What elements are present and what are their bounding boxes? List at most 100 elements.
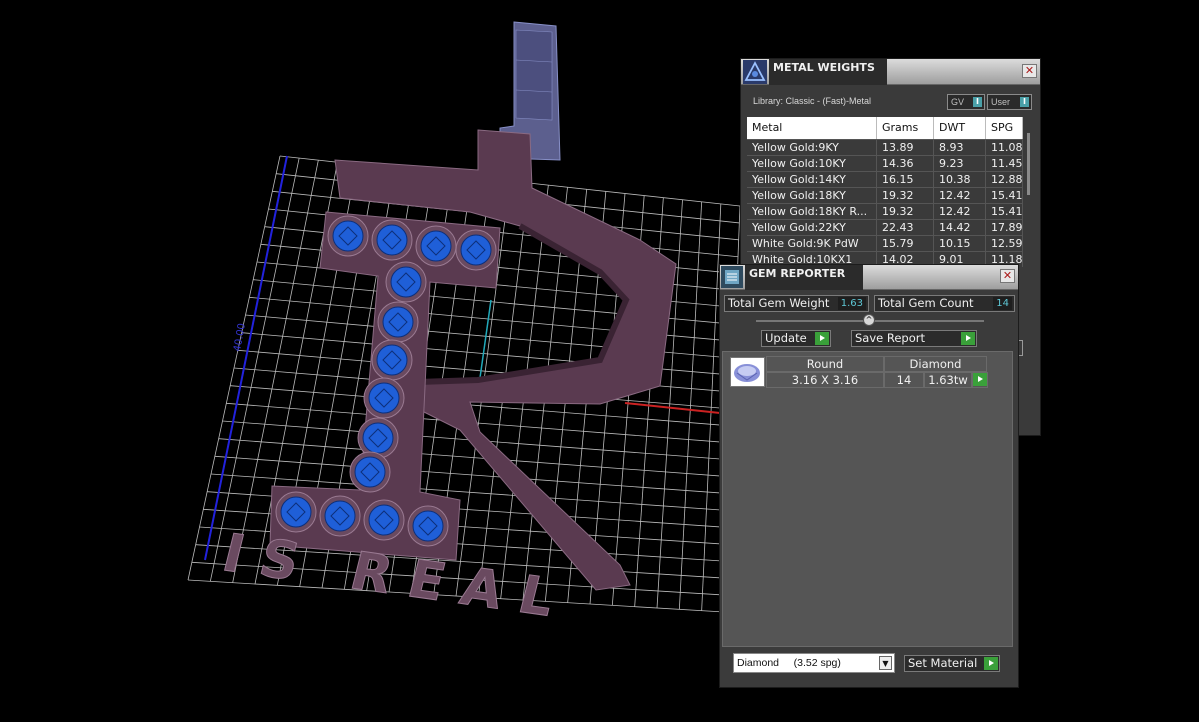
dwt-cell: 14.42 bbox=[934, 220, 986, 235]
spg-cell: 11.08 bbox=[986, 140, 1023, 155]
chevron-down-icon[interactable]: ▼ bbox=[879, 656, 892, 670]
gem-setting[interactable] bbox=[319, 495, 361, 537]
play-icon bbox=[961, 332, 975, 345]
close-icon[interactable]: ✕ bbox=[1022, 64, 1037, 78]
user-toggle-label: User bbox=[991, 97, 1011, 107]
play-icon bbox=[984, 657, 998, 670]
gem-list: Round Diamond 3.16 X 3.16 14 1.63tw bbox=[722, 351, 1013, 647]
save-report-button-label: Save Report bbox=[855, 331, 926, 345]
grams-cell: 22.43 bbox=[877, 220, 934, 235]
table-row[interactable]: Yellow Gold:10KY 14.36 9.23 11.45 bbox=[747, 155, 1023, 171]
metal-name-cell: White Gold:9K PdW bbox=[747, 236, 877, 251]
library-label: Library: Classic - (Fast)-Metal bbox=[753, 96, 872, 106]
total-gem-weight-field: Total Gem Weight 1.63 bbox=[724, 295, 869, 312]
toggle-knob-icon: I bbox=[1020, 97, 1029, 107]
gem-setting[interactable] bbox=[327, 215, 369, 257]
gem-shape-cell: Round bbox=[766, 356, 884, 372]
dwt-cell: 8.93 bbox=[934, 140, 986, 155]
table-row[interactable]: White Gold:9K PdW 15.79 10.15 12.59 bbox=[747, 235, 1023, 251]
table-row[interactable]: Yellow Gold:22KY 22.43 14.42 17.89 bbox=[747, 219, 1023, 235]
set-material-button-label: Set Material bbox=[908, 656, 978, 670]
dimension-label: 40.00 bbox=[232, 322, 248, 352]
metal-weights-table: Metal Grams DWT SPG Yellow Gold:9KY 13.89… bbox=[747, 117, 1023, 267]
gem-setting[interactable] bbox=[357, 417, 399, 459]
total-gem-count-field: Total Gem Count 14 bbox=[874, 295, 1015, 312]
grams-cell: 16.15 bbox=[877, 172, 934, 187]
dwt-cell: 10.38 bbox=[934, 172, 986, 187]
gem-setting[interactable] bbox=[385, 261, 427, 303]
gem-reporter-titlebar[interactable]: GEM REPORTER ✕ bbox=[720, 265, 1018, 290]
app-logo-icon bbox=[743, 60, 767, 84]
metal-name-cell: Yellow Gold:14KY bbox=[747, 172, 877, 187]
toggle-knob-icon: I bbox=[973, 97, 982, 107]
user-toggle[interactable]: User I bbox=[987, 94, 1032, 110]
gem-weight-cell: 1.63tw bbox=[924, 372, 972, 388]
scrollbar-thumb[interactable] bbox=[1027, 133, 1030, 195]
metal-name-cell: Yellow Gold:9KY bbox=[747, 140, 877, 155]
spg-cell: 12.88 bbox=[986, 172, 1023, 187]
gem-material-cell: Diamond bbox=[884, 356, 987, 372]
grams-cell: 14.36 bbox=[877, 156, 934, 171]
update-button[interactable]: Update bbox=[761, 330, 831, 347]
gem-row-play-button[interactable] bbox=[972, 372, 988, 388]
spg-cell: 12.59 bbox=[986, 236, 1023, 251]
grams-cell: 15.79 bbox=[877, 236, 934, 251]
spg-cell: 11.45 bbox=[986, 156, 1023, 171]
dwt-cell: 9.23 bbox=[934, 156, 986, 171]
table-row[interactable]: Yellow Gold:18KY R... 19.32 12.42 15.41 bbox=[747, 203, 1023, 219]
gem-setting[interactable] bbox=[455, 229, 497, 271]
gem-setting[interactable] bbox=[275, 491, 317, 533]
total-gem-weight-label: Total Gem Weight bbox=[728, 296, 830, 310]
gem-setting[interactable] bbox=[363, 377, 405, 419]
play-icon bbox=[973, 373, 987, 386]
column-header-metal[interactable]: Metal bbox=[747, 117, 877, 139]
metal-name-cell: Yellow Gold:22KY bbox=[747, 220, 877, 235]
metal-name-cell: Yellow Gold:10KY bbox=[747, 156, 877, 171]
gem-slider-knob[interactable]: ^ bbox=[863, 314, 875, 326]
gem-setting[interactable] bbox=[377, 301, 419, 343]
material-dropdown-value: Diamond (3.52 spg) bbox=[737, 657, 841, 669]
gem-setting[interactable] bbox=[407, 505, 449, 547]
gem-reporter-panel: GEM REPORTER ✕ Total Gem Weight 1.63 Tot… bbox=[719, 264, 1019, 688]
gv-toggle[interactable]: GV I bbox=[947, 94, 985, 110]
table-row[interactable]: Yellow Gold:9KY 13.89 8.93 11.08 bbox=[747, 139, 1023, 155]
grams-cell: 13.89 bbox=[877, 140, 934, 155]
update-button-label: Update bbox=[765, 331, 807, 345]
round-diamond-icon bbox=[731, 358, 764, 386]
dwt-cell: 10.15 bbox=[934, 236, 986, 251]
gem-report-icon bbox=[721, 266, 743, 288]
table-header: Metal Grams DWT SPG bbox=[747, 117, 1023, 139]
close-icon[interactable]: ✕ bbox=[1000, 269, 1015, 283]
gem-setting[interactable] bbox=[371, 219, 413, 261]
spg-cell: 15.41 bbox=[986, 204, 1023, 219]
metal-weights-title: METAL WEIGHTS bbox=[769, 59, 887, 85]
metal-weights-titlebar[interactable]: METAL WEIGHTS ✕ bbox=[741, 59, 1040, 85]
gem-size-cell: 3.16 X 3.16 bbox=[766, 372, 884, 388]
grams-cell: 19.32 bbox=[877, 204, 934, 219]
gem-thumbnail bbox=[730, 357, 765, 387]
gem-count-cell: 14 bbox=[884, 372, 924, 388]
dwt-cell: 12.42 bbox=[934, 188, 986, 203]
spg-cell: 15.41 bbox=[986, 188, 1023, 203]
gem-list-row[interactable]: Round Diamond 3.16 X 3.16 14 1.63tw bbox=[730, 356, 988, 388]
grams-cell: 19.32 bbox=[877, 188, 934, 203]
dwt-cell: 12.42 bbox=[934, 204, 986, 219]
save-report-button[interactable]: Save Report bbox=[851, 330, 977, 347]
set-material-button[interactable]: Set Material bbox=[904, 655, 1000, 672]
total-gem-weight-value: 1.63 bbox=[837, 297, 866, 310]
gem-reporter-title: GEM REPORTER bbox=[745, 265, 863, 290]
column-header-dwt[interactable]: DWT bbox=[934, 117, 986, 139]
table-row[interactable]: Yellow Gold:14KY 16.15 10.38 12.88 bbox=[747, 171, 1023, 187]
metal-table-scrollbar[interactable] bbox=[1025, 129, 1035, 269]
table-row[interactable]: Yellow Gold:18KY 19.32 12.42 15.41 bbox=[747, 187, 1023, 203]
column-header-spg[interactable]: SPG bbox=[986, 117, 1023, 139]
play-icon bbox=[815, 332, 829, 345]
gem-setting[interactable] bbox=[415, 225, 457, 267]
total-gem-count-value: 14 bbox=[993, 297, 1012, 310]
gem-setting[interactable] bbox=[363, 499, 405, 541]
material-dropdown[interactable]: Diamond (3.52 spg) ▼ bbox=[733, 653, 895, 673]
gv-toggle-label: GV bbox=[951, 97, 965, 107]
gem-setting[interactable] bbox=[371, 339, 413, 381]
gem-setting[interactable] bbox=[349, 451, 391, 493]
column-header-grams[interactable]: Grams bbox=[877, 117, 934, 139]
